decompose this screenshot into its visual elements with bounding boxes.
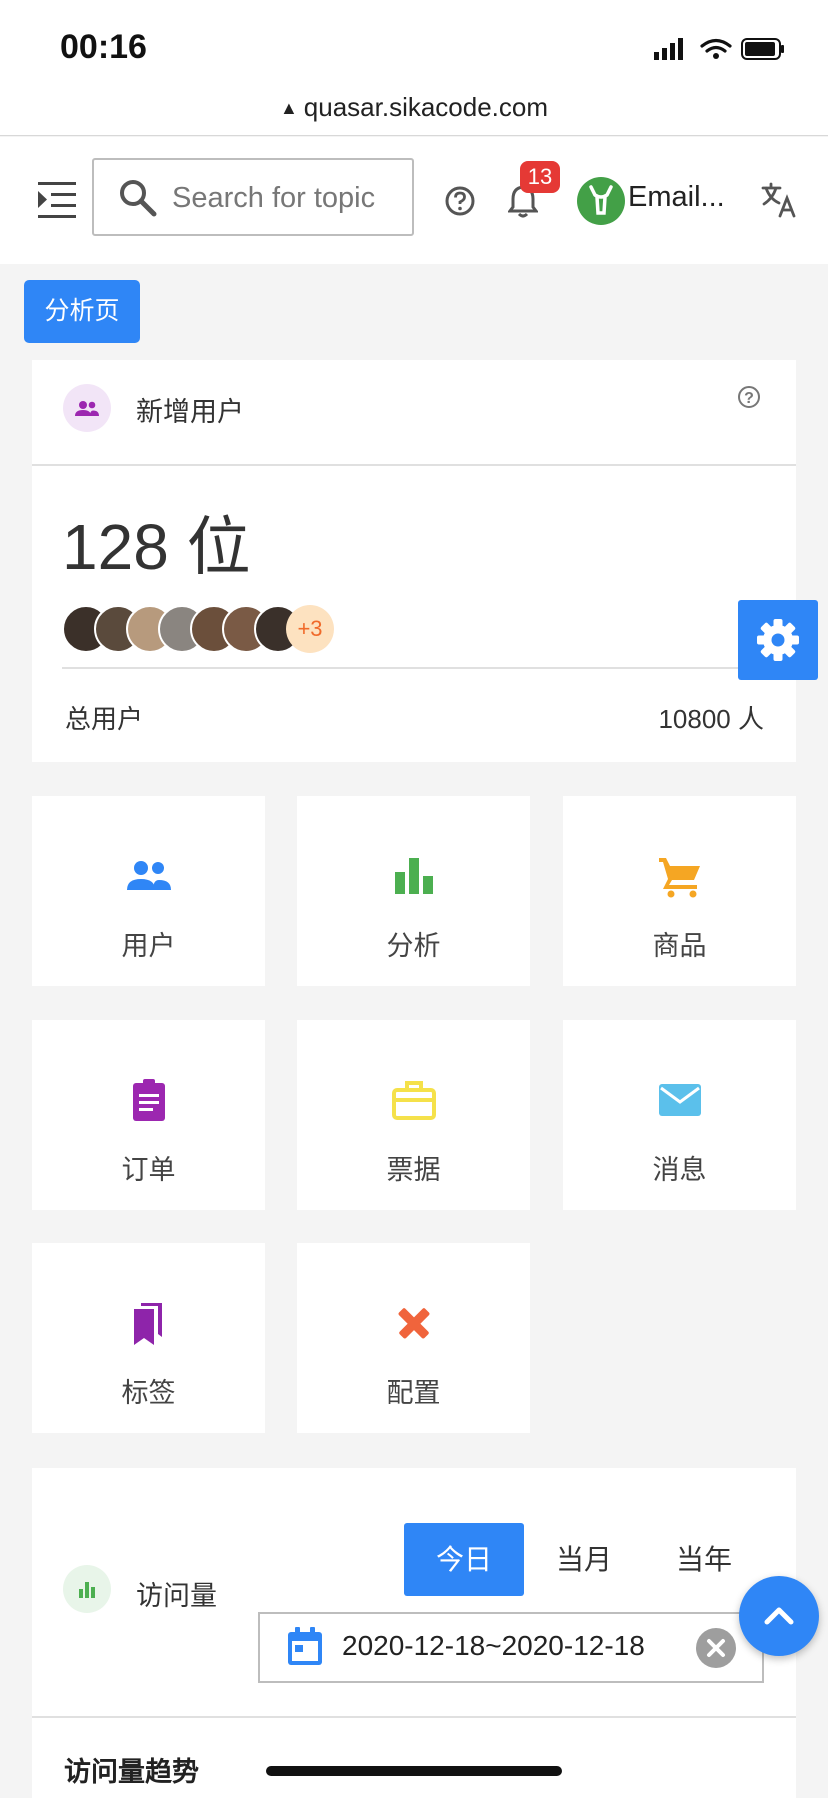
user-menu[interactable]: Email... <box>628 181 725 214</box>
shortcut-orders[interactable]: 订单 <box>32 1020 265 1210</box>
tile-label: 分析 <box>386 931 441 961</box>
visits-title: 访问量 <box>136 1581 217 1611</box>
search-icon <box>120 180 157 217</box>
date-range-value: 2020-12-18~2020-12-18 <box>342 1630 645 1661</box>
shortcut-invoices[interactable]: 票据 <box>297 1020 530 1210</box>
scroll-to-top-button[interactable] <box>739 1576 819 1656</box>
briefcase-icon <box>392 1081 436 1120</box>
url-text: quasar.sikacode.com <box>303 92 549 122</box>
tile-label: 消息 <box>652 1155 707 1185</box>
period-toggle: 今日 当月 当年 <box>404 1523 764 1596</box>
tile-label: 票据 <box>386 1155 441 1185</box>
tile-label: 标签 <box>121 1378 176 1408</box>
tile-label: 商品 <box>652 931 707 961</box>
warning-icon: ▲ <box>279 98 298 118</box>
settings-button[interactable] <box>738 600 818 680</box>
visits-trend-title: 访问量趋势 <box>64 1757 199 1787</box>
user-avatar[interactable] <box>577 177 625 225</box>
calendar-icon[interactable] <box>286 1626 324 1668</box>
tile-label: 用户 <box>121 931 176 961</box>
users-icon <box>63 384 111 432</box>
divider <box>32 1716 796 1718</box>
people-icon <box>127 861 171 890</box>
visits-chart-icon <box>63 1565 111 1613</box>
clipboard-icon <box>133 1079 165 1121</box>
help-icon[interactable] <box>444 185 476 217</box>
bookmarks-icon <box>134 1303 162 1345</box>
status-icons <box>654 38 784 60</box>
more-avatars-count[interactable]: +3 <box>286 605 334 653</box>
close-icon <box>707 1639 725 1657</box>
translate-icon[interactable] <box>760 182 798 220</box>
status-time: 00:16 <box>60 28 147 66</box>
shortcut-users[interactable]: 用户 <box>32 796 265 986</box>
shortcut-tags[interactable]: 标签 <box>32 1243 265 1433</box>
tile-label: 配置 <box>386 1378 441 1408</box>
tools-icon <box>398 1308 430 1339</box>
chevron-up-icon <box>764 1607 794 1625</box>
gear-icon <box>757 619 799 661</box>
divider <box>32 464 796 466</box>
bar-chart-icon <box>395 858 433 894</box>
notification-badge: 13 <box>520 161 560 193</box>
menu-toggle-icon[interactable] <box>38 181 76 219</box>
home-indicator[interactable] <box>266 1766 562 1776</box>
shortcut-messages[interactable]: 消息 <box>563 1020 796 1210</box>
deer-logo-icon <box>589 185 613 215</box>
divider <box>62 667 762 669</box>
new-users-title: 新增用户 <box>136 397 244 427</box>
cart-icon <box>659 858 700 898</box>
search-placeholder: Search for topic <box>172 182 376 214</box>
tab-today[interactable]: 今日 <box>404 1523 524 1596</box>
total-users-label: 总用户 <box>65 704 144 734</box>
total-users-value: 10800 人 <box>658 704 764 734</box>
shortcut-goods[interactable]: 商品 <box>563 796 796 986</box>
shortcut-analysis[interactable]: 分析 <box>297 796 530 986</box>
tab-month[interactable]: 当月 <box>524 1523 644 1596</box>
address-bar[interactable]: ▲ quasar.sikacode.com <box>0 92 828 123</box>
page-tag-analysis[interactable]: 分析页 <box>24 280 140 343</box>
new-users-count: 128 位 <box>62 511 251 583</box>
tile-label: 订单 <box>121 1155 176 1185</box>
info-help-icon[interactable]: ? <box>738 386 760 408</box>
shortcut-config[interactable]: 配置 <box>297 1243 530 1433</box>
clear-date-button[interactable] <box>696 1628 736 1668</box>
mail-icon <box>659 1084 701 1116</box>
